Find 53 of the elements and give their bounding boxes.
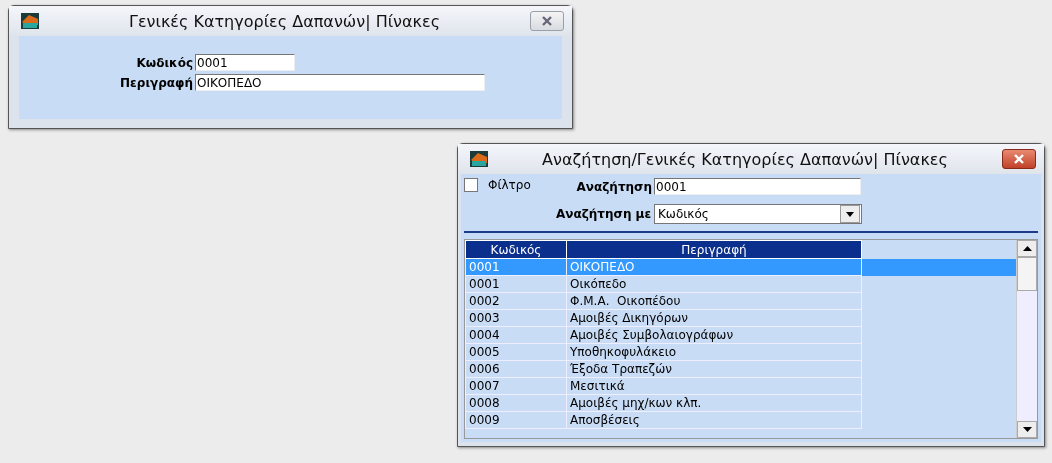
table-cell: Υποθηκοφυλάκειο [566,343,862,361]
filter-checkbox[interactable] [464,178,478,192]
table-cell: 0006 [465,360,567,378]
table-cell: 0007 [465,377,567,395]
table-row[interactable]: 0005 Υποθηκοφυλάκειο [465,343,1016,361]
close-icon [1013,154,1025,164]
close-icon [541,16,553,26]
column-header[interactable]: Κωδικός [465,240,567,259]
field-label: Περιγραφή [119,75,193,90]
table-cell: 0004 [465,326,567,344]
column-header[interactable]: Περιγραφή [566,240,862,259]
close-button[interactable] [1002,149,1036,169]
table-cell: 0001 [465,275,567,293]
scroll-up-icon [1022,246,1032,251]
search-field[interactable]: 0001 [654,178,861,195]
table-row[interactable]: 0009 Αποσβέσεις [465,411,1016,429]
dropdown-value: Κωδικός [658,207,709,221]
close-button[interactable] [530,11,564,31]
app-icon [21,13,39,29]
search-label: Αναζήτηση [575,179,652,194]
search-by-dropdown[interactable]: Κωδικός [654,204,862,224]
table-cell: Οικόπεδο [566,275,862,293]
table-cell: Αμοιβές μηχ/κων κλπ. [566,394,862,412]
table-cell: Αποσβέσεις [566,411,862,429]
window-title: Αναζήτηση/Γενικές Κατηγορίες Δαπανών| Πίνακες [541,149,949,169]
filter-label: Φίλτρο [488,178,531,192]
table-cell: Φ.Μ.Α. Οικοπέδου [566,292,862,310]
table-cell: 0009 [465,411,567,429]
table-cell: Έξοδα Τραπεζών [566,360,862,378]
table-row[interactable]: 0001 Οικόπεδο [465,275,1016,293]
table-row[interactable]: 0006 Έξοδα Τραπεζών [465,360,1016,378]
field-label: Κωδικός [135,55,193,70]
text-field[interactable]: 0001 [195,54,295,71]
table-row[interactable]: 0007 Μεσιτικά [465,377,1016,395]
table-cell: Μεσιτικά [566,377,862,395]
table-cell: Αμοιβές Συμβολαιογράφων [566,326,862,344]
window-title: Γενικές Κατηγορίες Δαπανών| Πίνακες [127,11,442,31]
text-field[interactable]: ΟΙΚΟΠΕΔΟ [195,74,485,91]
scrollbar[interactable] [1016,240,1037,438]
table-cell: Αμοιβές Δικηγόρων [566,309,862,327]
search-by-label: Αναζήτηση με [556,207,652,221]
scroll-down-icon [1022,427,1032,432]
dropdown-arrow-icon [846,211,854,217]
table-cell: 0003 [465,309,567,327]
table-cell: 0005 [465,343,567,361]
table-cell: 0008 [465,394,567,412]
table-row[interactable]: 0003 Αμοιβές Δικηγόρων [465,309,1016,327]
scroll-thumb[interactable] [1017,257,1037,291]
table-cell: 0002 [465,292,567,310]
app-icon [470,151,488,167]
table-row[interactable]: 0002 Φ.Μ.Α. Οικοπέδου [465,292,1016,310]
table-row[interactable]: 0004 Αμοιβές Συμβολαιογράφων [465,326,1016,344]
table-row[interactable]: 0008 Αμοιβές μηχ/κων κλπ. [465,394,1016,412]
